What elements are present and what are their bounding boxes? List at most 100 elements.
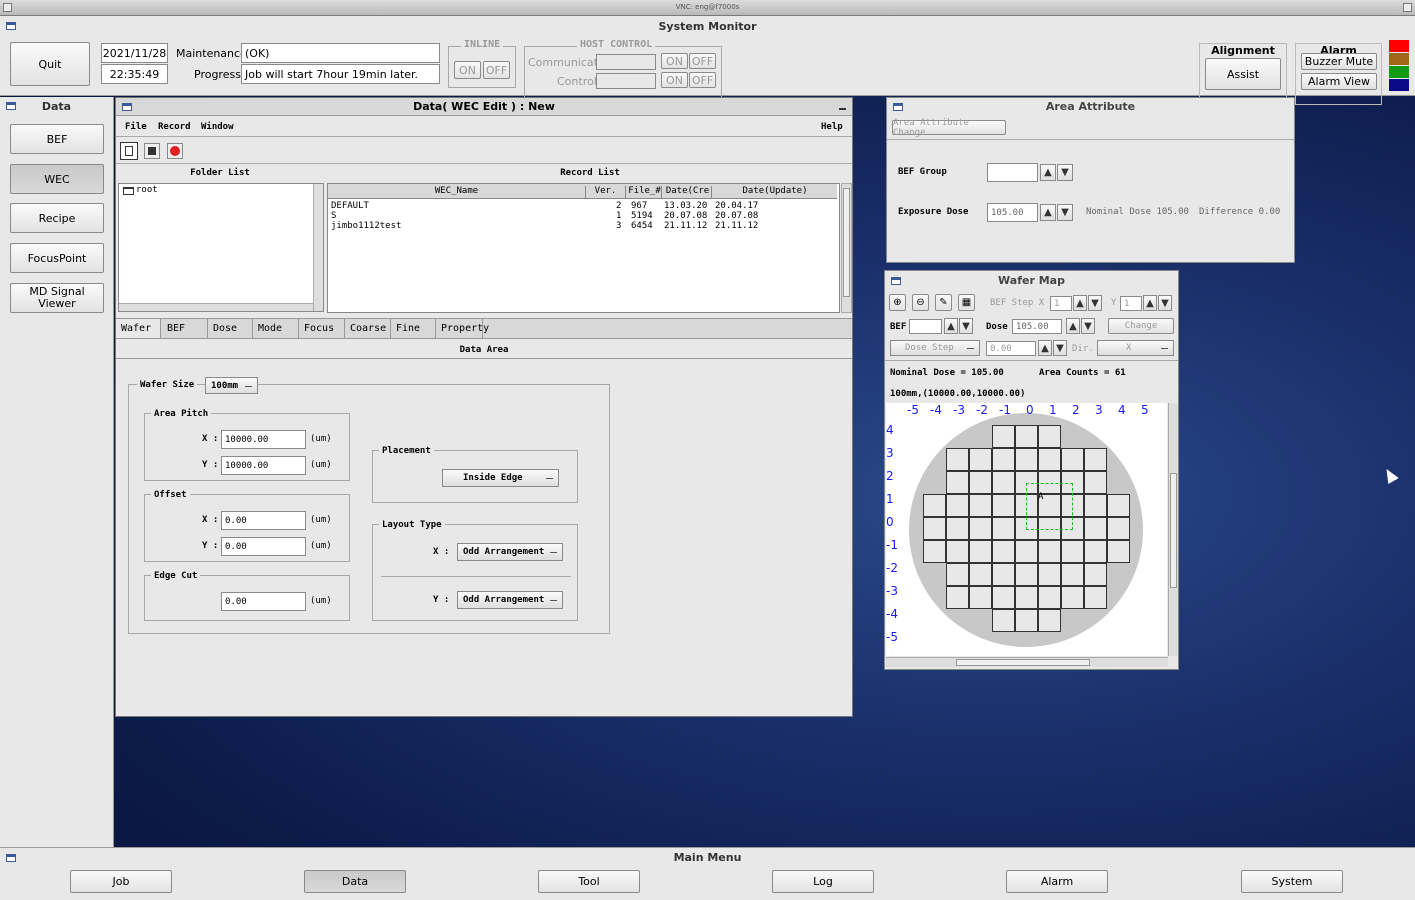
main-menu-alarm[interactable]: Alarm [1006,870,1108,893]
wafer-cell[interactable] [968,448,992,471]
wafer-cell[interactable] [991,471,1015,494]
placement-select[interactable]: Inside Edge [442,469,559,487]
wafer-cell[interactable] [1037,425,1061,448]
wafer-cell[interactable] [1037,448,1061,471]
wafer-cell[interactable] [922,540,946,563]
folder-vscroll[interactable] [313,184,323,311]
minimize-icon[interactable] [839,108,846,110]
wafer-cell[interactable] [1106,494,1130,517]
exposure-dose-stepper[interactable]: ▲ ▼ [1040,204,1073,221]
menu-file[interactable]: File [125,122,147,132]
increment-icon[interactable]: ▲ [1040,164,1056,181]
wafer-canvas[interactable]: -5 -4 -3 -2 -1 0 1 2 3 4 5 4 3 2 1 0 -1 -2 -3 -4 -5 A [886,403,1167,656]
wafer-cell[interactable] [1037,586,1061,609]
menu-help[interactable]: Help [821,122,843,132]
area-pitch-y-input[interactable]: 10000.00 [221,456,306,475]
vnc-left-button[interactable] [3,3,12,12]
table-row[interactable]: S 1 5194 20.07.08 20.07.08 [328,211,837,221]
main-menu-job[interactable]: Job [70,870,172,893]
edit-icon[interactable]: ✎ [935,294,952,311]
folder-root[interactable]: root [136,185,158,195]
vnc-right-button[interactable] [1403,3,1412,12]
calculator-icon[interactable]: ▦ [958,294,975,311]
col-ver[interactable]: Ver. [586,186,626,199]
wafer-cell[interactable] [1060,586,1084,609]
tab-property[interactable]: Property [436,319,489,338]
dose-step-stepper[interactable]: ▲ ▼ [1038,340,1067,356]
wafer-cell[interactable] [991,540,1015,563]
decrement-icon[interactable]: ▼ [1057,164,1073,181]
wafer-cell[interactable] [1037,540,1061,563]
folder-hscroll[interactable] [119,303,313,311]
wafer-cell[interactable] [1083,586,1107,609]
wafer-cell[interactable] [991,494,1015,517]
wafer-cell[interactable] [945,517,969,540]
dose-step-input[interactable]: 0.00 [986,341,1036,356]
sidebar-item-wec[interactable]: WEC [10,164,104,194]
wafer-cell[interactable] [968,494,992,517]
decrement-icon[interactable]: ▼ [959,318,973,334]
offset-y-input[interactable]: 0.00 [221,537,306,556]
exposure-dose-input[interactable]: 105.00 [987,203,1038,222]
bef-step-y-input[interactable]: 1 [1120,296,1142,311]
col-file[interactable]: File_# [628,186,662,199]
bef-step-y-stepper[interactable]: ▲ ▼ [1143,295,1172,311]
decrement-icon[interactable]: ▼ [1053,340,1067,356]
wafer-vscroll[interactable] [1168,403,1178,656]
wafer-cell[interactable] [1014,448,1038,471]
menu-window[interactable]: Window [201,122,234,132]
decrement-icon[interactable]: ▼ [1057,204,1073,221]
wafer-hscroll[interactable] [886,657,1168,667]
wafer-cell[interactable] [991,425,1015,448]
increment-icon[interactable]: ▲ [1143,295,1157,311]
buzzer-mute-button[interactable]: Buzzer Mute [1301,53,1377,70]
menu-record[interactable]: Record [158,122,191,132]
save-icon[interactable] [144,143,160,159]
change-button[interactable]: Change [1108,318,1174,334]
tab-wafer[interactable]: Wafer [116,319,161,338]
sidebar-item-recipe[interactable]: Recipe [10,203,104,233]
bef-step-x-input[interactable]: 1 [1050,296,1072,311]
increment-icon[interactable]: ▲ [1073,295,1087,311]
new-file-icon[interactable] [120,142,138,160]
wafer-cell[interactable] [991,448,1015,471]
communicate-on-button[interactable]: ON [661,53,688,69]
sidebar-item-bef[interactable]: BEF [10,124,104,154]
tab-fine[interactable]: Fine [391,319,436,338]
wafer-cell[interactable] [1083,494,1107,517]
wafer-cell[interactable] [968,471,992,494]
col-date-created[interactable]: Date(Cre [664,186,712,199]
main-menu-data[interactable]: Data [304,870,406,893]
wafer-cell[interactable] [1014,563,1038,586]
wafer-cell[interactable] [1014,609,1038,632]
wafer-cell[interactable] [1037,609,1061,632]
selected-area-marker[interactable] [1026,483,1073,530]
decrement-icon[interactable]: ▼ [1158,295,1172,311]
wafer-cell[interactable] [1106,540,1130,563]
dose-input[interactable]: 105.00 [1012,319,1062,334]
wafer-cell[interactable] [991,517,1015,540]
wafer-cell[interactable] [1060,448,1084,471]
inline-on-button[interactable]: ON [454,61,481,79]
area-attribute-change-button[interactable]: Area Attribute Change [892,118,1006,138]
offset-x-input[interactable]: 0.00 [221,511,306,530]
folder-list[interactable]: root [118,183,324,312]
inline-off-button[interactable]: OFF [483,61,510,79]
wafer-cell[interactable] [1083,517,1107,540]
wafer-cell[interactable] [1014,540,1038,563]
main-menu-log[interactable]: Log [772,870,874,893]
dose-step-select[interactable]: Dose Step [890,340,980,356]
decrement-icon[interactable]: ▼ [1081,318,1095,334]
bef-stepper[interactable]: ▲ ▼ [944,318,973,334]
wafer-cell[interactable] [1083,540,1107,563]
increment-icon[interactable]: ▲ [1066,318,1080,334]
wafer-cell[interactable] [1083,448,1107,471]
tab-mode[interactable]: Mode [253,319,299,338]
alarm-view-button[interactable]: Alarm View [1301,73,1377,90]
col-date-updated[interactable]: Date(Update) [714,186,836,199]
wafer-cell[interactable] [991,586,1015,609]
wafer-cell[interactable] [991,609,1015,632]
wafer-cell[interactable] [968,563,992,586]
tab-bef[interactable]: BEF [162,319,208,338]
edge-cut-input[interactable]: 0.00 [221,592,306,611]
